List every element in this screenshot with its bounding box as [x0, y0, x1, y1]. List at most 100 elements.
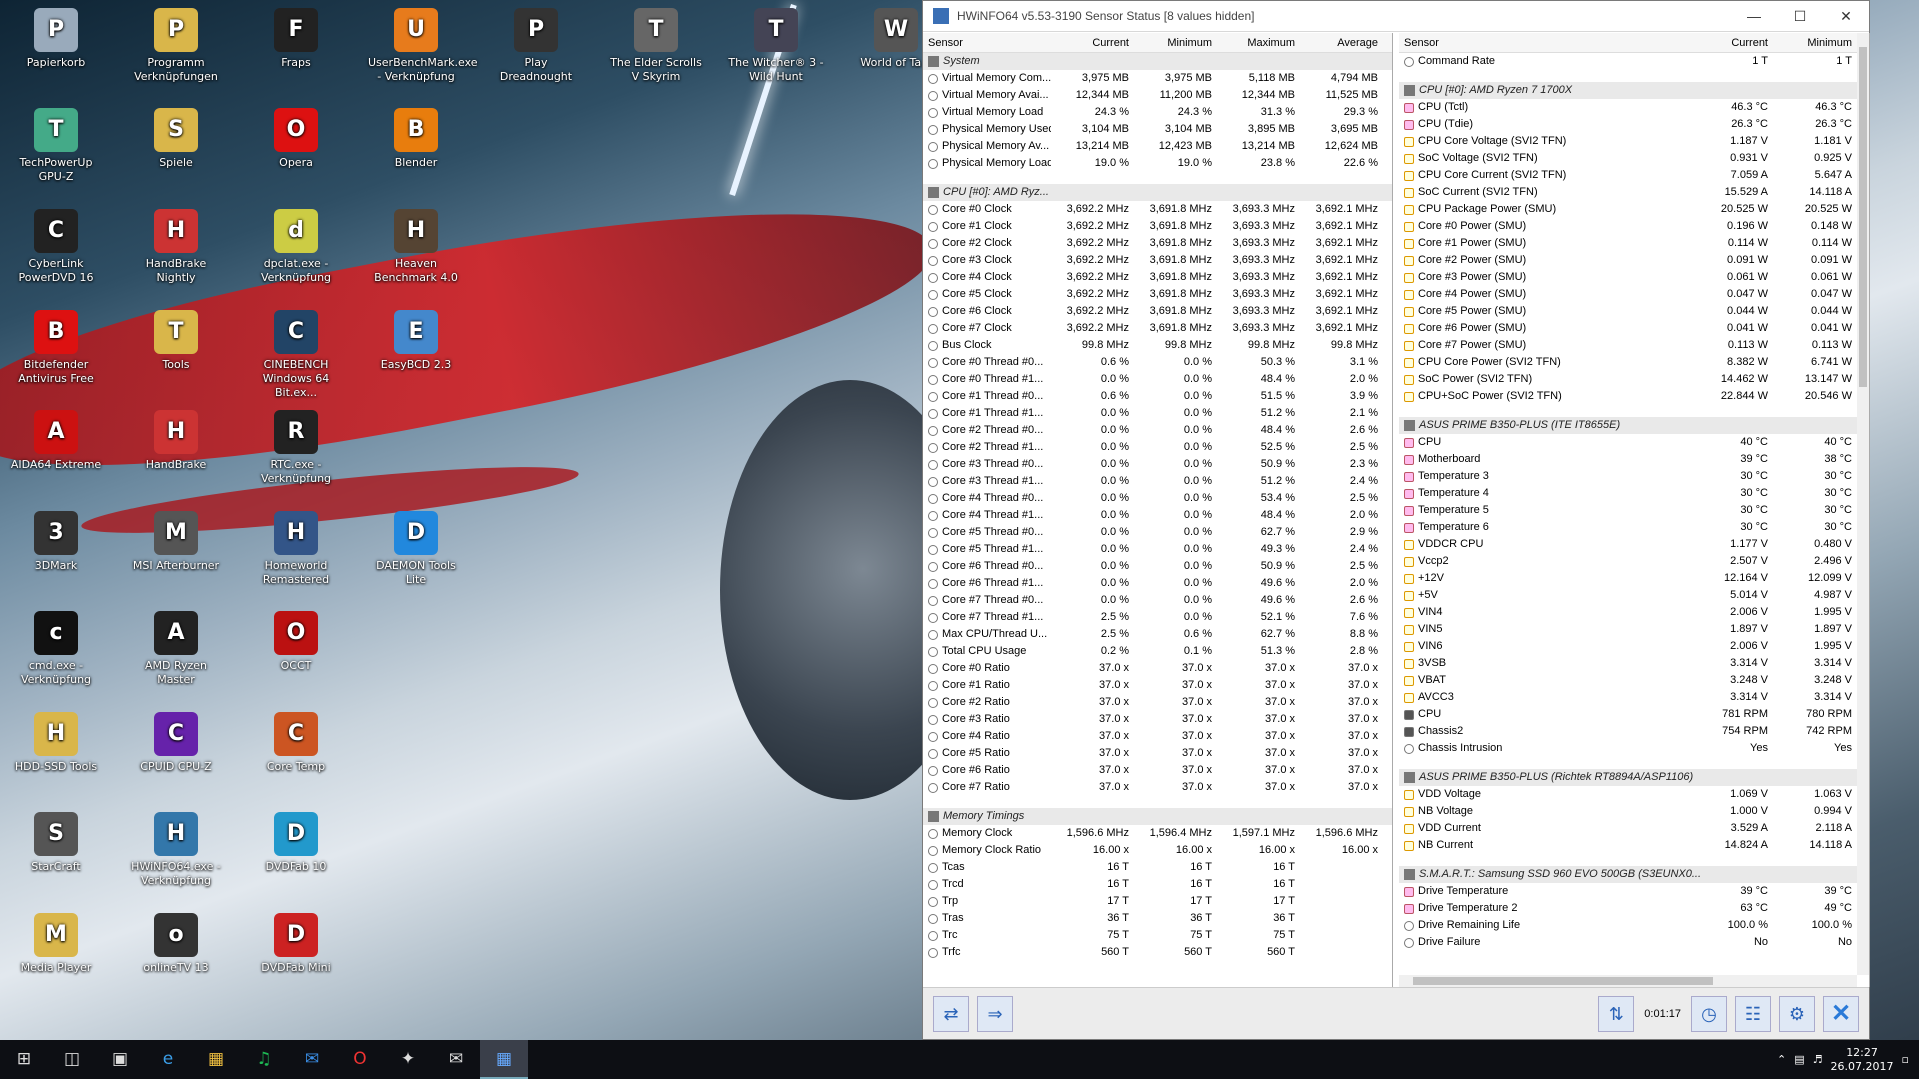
desktop-icon[interactable]: T Tools [128, 304, 224, 372]
sensor-row[interactable]: CPU 781 RPM 780 RPM [1399, 706, 1869, 723]
desktop-icon[interactable]: H Homeworld Remastered [248, 505, 344, 587]
desktop-icon[interactable]: M MSI Afterburner [128, 505, 224, 573]
sensor-row[interactable]: Core #6 Ratio 37.0 x 37.0 x 37.0 x 37.0 x [923, 762, 1392, 779]
desktop-icon[interactable]: C CINEBENCH Windows 64 Bit.ex... [248, 304, 344, 400]
horizontal-scrollbar[interactable] [1399, 975, 1857, 987]
desktop-icon[interactable]: F Fraps [248, 2, 344, 70]
sensor-row[interactable]: Core #2 Thread #1... 0.0 % 0.0 % 52.5 % 2.5 … [923, 439, 1392, 456]
desktop-icon[interactable]: H Heaven Benchmark 4.0 [368, 203, 464, 285]
sensor-row[interactable]: Core #7 Thread #1... 2.5 % 0.0 % 52.1 % 7.6 … [923, 609, 1392, 626]
desktop-icon[interactable]: H HWiNFO64.exe - Verknüpfung [128, 806, 224, 888]
sensor-row[interactable]: Core #4 Thread #0... 0.0 % 0.0 % 53.4 % 2.5 … [923, 490, 1392, 507]
desktop-icon[interactable]: R RTC.exe - Verknüpfung [248, 404, 344, 486]
nav-back-icon[interactable]: ⇄ [933, 995, 969, 1032]
sensor-row[interactable]: Bus Clock 99.8 MHz 99.8 MHz 99.8 MHz 99.8 MH… [923, 337, 1392, 354]
sensor-row[interactable]: Drive Temperature 2 63 °C 49 °C [1399, 900, 1869, 917]
sensor-row[interactable]: CPU 40 °C 40 °C [1399, 434, 1869, 451]
sensor-row[interactable]: Core #6 Clock 3,692.2 MHz 3,691.8 MHz 3,693… [923, 303, 1392, 320]
column-header[interactable]: Current [1051, 33, 1134, 52]
sensor-row[interactable]: VDD Voltage 1.069 V 1.063 V [1399, 786, 1869, 803]
sensor-row[interactable]: +5V 5.014 V 4.987 V [1399, 587, 1869, 604]
sensor-row[interactable]: CPU+SoC Power (SVI2 TFN) 22.844 W 20.546 W [1399, 388, 1869, 405]
sensor-pane-left[interactable]: Sensor Current Minimum Maximum Average System… [923, 33, 1393, 987]
sensor-row[interactable]: Core #7 Thread #0... 0.0 % 0.0 % 49.6 % 2.6 … [923, 592, 1392, 609]
sensor-row[interactable]: Core #5 Thread #1... 0.0 % 0.0 % 49.3 % 2.4 … [923, 541, 1392, 558]
sensor-row[interactable]: 3VSB 3.314 V 3.314 V [1399, 655, 1869, 672]
sensor-row[interactable]: Virtual Memory Com... 3,975 MB 3,975 MB 5,1… [923, 70, 1392, 87]
desktop-icon[interactable]: O Opera [248, 102, 344, 170]
sensor-row[interactable]: Vccp2 2.507 V 2.496 V [1399, 553, 1869, 570]
sensor-row[interactable]: Trcd 16 T 16 T 16 T [923, 876, 1392, 893]
sensor-row[interactable]: Virtual Memory Avai... 12,344 MB 11,200 MB… [923, 87, 1392, 104]
scrollbar-thumb-h[interactable] [1413, 977, 1713, 985]
sensor-row[interactable]: AVCC3 3.314 V 3.314 V [1399, 689, 1869, 706]
sensor-row[interactable]: SoC Power (SVI2 TFN) 14.462 W 13.147 W [1399, 371, 1869, 388]
clock-icon[interactable]: ◷ [1691, 995, 1727, 1032]
sensor-row[interactable]: Core #1 Thread #0... 0.6 % 0.0 % 51.5 % 3.9 … [923, 388, 1392, 405]
minimize-button[interactable]: — [1731, 1, 1777, 31]
sensor-row[interactable]: VIN6 2.006 V 1.995 V [1399, 638, 1869, 655]
store-icon[interactable]: ▣ [96, 1040, 144, 1079]
sensor-row[interactable]: VDDCR CPU 1.177 V 0.480 V [1399, 536, 1869, 553]
sensor-row[interactable]: Core #4 Power (SMU) 0.047 W 0.047 W [1399, 286, 1869, 303]
sensor-row[interactable]: Drive Failure No No [1399, 934, 1869, 951]
sensor-row[interactable]: Core #0 Power (SMU) 0.196 W 0.148 W [1399, 218, 1869, 235]
sensor-row[interactable]: Core #7 Ratio 37.0 x 37.0 x 37.0 x 37.0 x [923, 779, 1392, 796]
sensor-row[interactable]: Core #2 Power (SMU) 0.091 W 0.091 W [1399, 252, 1869, 269]
sensor-group-header[interactable]: ASUS PRIME B350-PLUS (Richtek RT8894A/AS… [1399, 769, 1869, 786]
sensor-row[interactable]: Core #6 Thread #0... 0.0 % 0.0 % 50.9 % 2.5 … [923, 558, 1392, 575]
desktop-icon[interactable]: B Blender [368, 102, 464, 170]
desktop-icon[interactable]: S Spiele [128, 102, 224, 170]
sensor-row[interactable]: VBAT 3.248 V 3.248 V [1399, 672, 1869, 689]
column-header[interactable]: Minimum [1773, 33, 1857, 52]
sensor-group-header[interactable]: Memory Timings [923, 808, 1392, 825]
desktop-icon[interactable]: d dpclat.exe - Verknüpfung [248, 203, 344, 285]
sensor-row[interactable]: VIN5 1.897 V 1.897 V [1399, 621, 1869, 638]
sensor-row[interactable]: VIN4 2.006 V 1.995 V [1399, 604, 1869, 621]
desktop-icon[interactable]: B Bitdefender Antivirus Free [8, 304, 104, 386]
sensor-row[interactable]: Core #0 Ratio 37.0 x 37.0 x 37.0 x 37.0 x [923, 660, 1392, 677]
sensor-row[interactable]: Memory Clock 1,596.6 MHz 1,596.4 MHz 1,597.… [923, 825, 1392, 842]
desktop-icon[interactable]: 3 3DMark [8, 505, 104, 573]
sensor-row[interactable]: NB Voltage 1.000 V 0.994 V [1399, 803, 1869, 820]
column-header[interactable]: Sensor [923, 33, 1051, 52]
column-header[interactable]: Sensor [1399, 33, 1689, 52]
sensor-row[interactable]: Core #1 Thread #1... 0.0 % 0.0 % 51.2 % 2.1 … [923, 405, 1392, 422]
network-tray-icon[interactable]: ▤ [1794, 1053, 1804, 1066]
sensor-row[interactable]: NB Current 14.824 A 14.118 A [1399, 837, 1869, 854]
sensor-row[interactable]: Physical Memory Load 19.0 % 19.0 % 23.8 % 22… [923, 155, 1392, 172]
sensor-row[interactable]: Core #1 Power (SMU) 0.114 W 0.114 W [1399, 235, 1869, 252]
sensor-pane-right[interactable]: Sensor Current Minimum Command Rate 1 T 1 T CP… [1399, 33, 1870, 987]
desktop-icon[interactable]: o onlineTV 13 [128, 907, 224, 975]
sensor-group-header[interactable]: System [923, 53, 1392, 70]
sensor-row[interactable]: SoC Voltage (SVI2 TFN) 0.931 V 0.925 V [1399, 150, 1869, 167]
sensor-row[interactable]: Physical Memory Used 3,104 MB 3,104 MB 3,89… [923, 121, 1392, 138]
sensor-row[interactable]: Trp 17 T 17 T 17 T [923, 893, 1392, 910]
sensor-row[interactable]: Core #0 Clock 3,692.2 MHz 3,691.8 MHz 3,693… [923, 201, 1392, 218]
start-button-icon[interactable]: ⊞ [0, 1040, 48, 1079]
scrollbar-thumb[interactable] [1859, 47, 1867, 387]
sensor-row[interactable]: Core #4 Clock 3,692.2 MHz 3,691.8 MHz 3,693… [923, 269, 1392, 286]
exit-icon[interactable]: ✕ [1823, 995, 1859, 1032]
sensor-row[interactable]: Core #3 Power (SMU) 0.061 W 0.061 W [1399, 269, 1869, 286]
thunderbird-icon[interactable]: ✉ [288, 1040, 336, 1079]
desktop-icon[interactable]: T TechPowerUp GPU-Z [8, 102, 104, 184]
sensor-row[interactable]: Chassis2 754 RPM 742 RPM [1399, 723, 1869, 740]
sensor-row[interactable]: SoC Current (SVI2 TFN) 15.529 A 14.118 A [1399, 184, 1869, 201]
desktop-icon[interactable]: U UserBenchMark.exe - Verknüpfung [368, 2, 478, 84]
logging-icon[interactable]: ☷ [1735, 995, 1771, 1032]
sensor-row[interactable]: CPU (Tctl) 46.3 °C 46.3 °C [1399, 99, 1869, 116]
sensor-row[interactable]: CPU (Tdie) 26.3 °C 26.3 °C [1399, 116, 1869, 133]
sensor-row[interactable]: Chassis Intrusion Yes Yes [1399, 740, 1869, 757]
sensor-row[interactable]: Core #0 Thread #0... 0.6 % 0.0 % 50.3 % 3.1 … [923, 354, 1392, 371]
sensor-row[interactable]: Trc 75 T 75 T 75 T [923, 927, 1392, 944]
explorer-icon[interactable]: ▦ [192, 1040, 240, 1079]
desktop-icon[interactable]: A AIDA64 Extreme [8, 404, 104, 472]
sensor-row[interactable]: CPU Core Voltage (SVI2 TFN) 1.187 V 1.181 … [1399, 133, 1869, 150]
nav-forward-icon[interactable]: ⇒ [977, 995, 1013, 1032]
desktop-icon[interactable]: D DVDFab 10 [248, 806, 344, 874]
sensor-row[interactable]: +12V 12.164 V 12.099 V [1399, 570, 1869, 587]
opera-taskbar-icon[interactable]: O [336, 1040, 384, 1079]
desktop-icon[interactable]: C Core Temp [248, 706, 344, 774]
sensor-row[interactable]: Memory Clock Ratio 16.00 x 16.00 x 16.00 x 1… [923, 842, 1392, 859]
